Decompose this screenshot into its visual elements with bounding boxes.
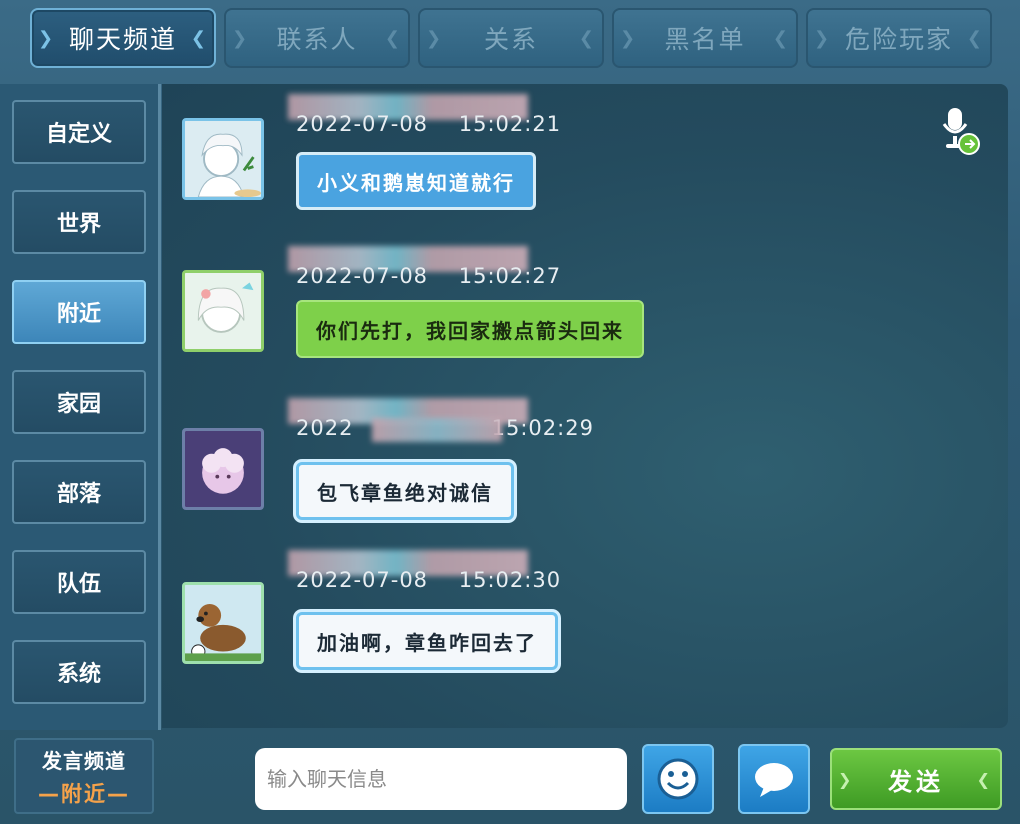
chevron-left-icon: ❮: [578, 28, 596, 49]
chevron-left-icon: ❮: [966, 28, 984, 49]
send-button-label: 发送: [888, 767, 944, 796]
sidebar-item-label: 自定义: [45, 122, 112, 147]
chat-message-input[interactable]: [255, 748, 627, 810]
chevron-right-icon: ❯: [426, 28, 444, 49]
chevron-left-icon: ❮: [772, 28, 790, 49]
chat-message-area[interactable]: 2022-07-08 15:02:21 小义和鹅崽知道就行 2022-07-08…: [162, 84, 1008, 728]
tab-contacts[interactable]: ❯ 联系人 ❮: [224, 8, 410, 68]
white-haired-boy-avatar[interactable]: [182, 118, 264, 200]
avatar-illustration-icon: [185, 431, 261, 507]
chevron-left-icon: ❮: [190, 28, 208, 49]
avatar-illustration-icon: [185, 273, 261, 349]
sidebar-item-tribe[interactable]: 部落: [12, 460, 146, 524]
speaking-channel-selector[interactable]: 发言频道 —附近—: [14, 738, 154, 814]
tab-dangerous-players[interactable]: ❯ 危险玩家 ❮: [806, 8, 992, 68]
chevron-left-icon: ❮: [384, 28, 402, 49]
avatar-illustration-icon: [185, 585, 261, 661]
brown-dog-avatar[interactable]: [182, 582, 264, 664]
send-button[interactable]: ❯ 发送 ❮: [830, 748, 1002, 810]
message-timestamp: 2022-07-08 15:02:21: [296, 112, 562, 136]
chat-message: 2022-07-08 15:02:21 小义和鹅崽知道就行: [162, 94, 1002, 244]
sidebar-item-home[interactable]: 家园: [12, 370, 146, 434]
sidebar-item-nearby[interactable]: 附近: [12, 280, 146, 344]
chevron-left-icon: ❮: [976, 770, 994, 789]
message-bubble: 小义和鹅崽知道就行: [296, 152, 536, 210]
chevron-right-icon: ❯: [838, 770, 856, 789]
channel-sidebar: 自定义 世界 附近 家园 部落 队伍 系统: [0, 84, 160, 730]
sidebar-item-label: 队伍: [56, 572, 101, 597]
white-haired-girl-avatar[interactable]: [182, 270, 264, 352]
top-tab-bar: ❯ 聊天频道 ❮ ❯ 联系人 ❮ ❯ 关系 ❮ ❯ 黑名单 ❮ ❯ 危险玩家 ❮: [30, 8, 992, 70]
message-bubble: 加油啊，章鱼咋回去了: [296, 612, 558, 670]
tab-label: 危险玩家: [844, 25, 953, 54]
chevron-right-icon: ❯: [620, 28, 638, 49]
tab-relations[interactable]: ❯ 关系 ❮: [418, 8, 604, 68]
sidebar-item-label: 世界: [56, 212, 101, 237]
quick-phrase-button[interactable]: [738, 744, 810, 814]
message-timestamp: 2022-07-08 15:02:30: [296, 568, 562, 592]
sidebar-item-label: 部落: [56, 482, 101, 507]
sidebar-item-label: 附近: [56, 302, 101, 327]
chevron-right-icon: ❯: [814, 28, 832, 49]
smiley-face-icon: [657, 758, 699, 800]
chat-input-bar: 发言频道 —附近— ❯ 发送 ❮: [0, 730, 1020, 824]
chevron-right-icon: ❯: [232, 28, 250, 49]
sidebar-divider: [158, 84, 161, 730]
tab-label: 聊天频道: [68, 25, 177, 54]
message-timestamp: 2022-07-08 15:02:27: [296, 264, 562, 288]
chevron-right-icon: ❯: [38, 28, 56, 49]
pink-sheep-avatar[interactable]: [182, 428, 264, 510]
timestamp-redacted: [372, 418, 502, 442]
sidebar-item-label: 系统: [56, 662, 101, 687]
message-bubble: 你们先打，我回家搬点箭头回来: [296, 300, 644, 358]
speaking-channel-title: 发言频道: [42, 748, 126, 773]
tab-label: 关系: [483, 25, 538, 54]
sidebar-item-system[interactable]: 系统: [12, 640, 146, 704]
tab-label: 黑名单: [664, 25, 746, 54]
tab-chat-channel[interactable]: ❯ 聊天频道 ❮: [30, 8, 216, 68]
chat-message: 2022-07-08 15:02:27 你们先打，我回家搬点箭头回来: [162, 246, 1002, 396]
sidebar-item-team[interactable]: 队伍: [12, 550, 146, 614]
message-bubble: 包飞章鱼绝对诚信: [296, 462, 514, 520]
sidebar-item-world[interactable]: 世界: [12, 190, 146, 254]
avatar-illustration-icon: [185, 121, 261, 197]
chat-message: 2022 15:02:29 包飞章鱼绝对诚信: [162, 398, 1002, 548]
tab-blacklist[interactable]: ❯ 黑名单 ❮: [612, 8, 798, 68]
sidebar-item-custom[interactable]: 自定义: [12, 100, 146, 164]
speech-bubble-icon: [755, 763, 793, 797]
sidebar-item-label: 家园: [56, 392, 101, 417]
speaking-channel-value: —附近—: [38, 781, 130, 806]
tab-label: 联系人: [276, 25, 358, 54]
chat-message: 2022-07-08 15:02:30 加油啊，章鱼咋回去了: [162, 550, 1002, 700]
emoji-button[interactable]: [642, 744, 714, 814]
